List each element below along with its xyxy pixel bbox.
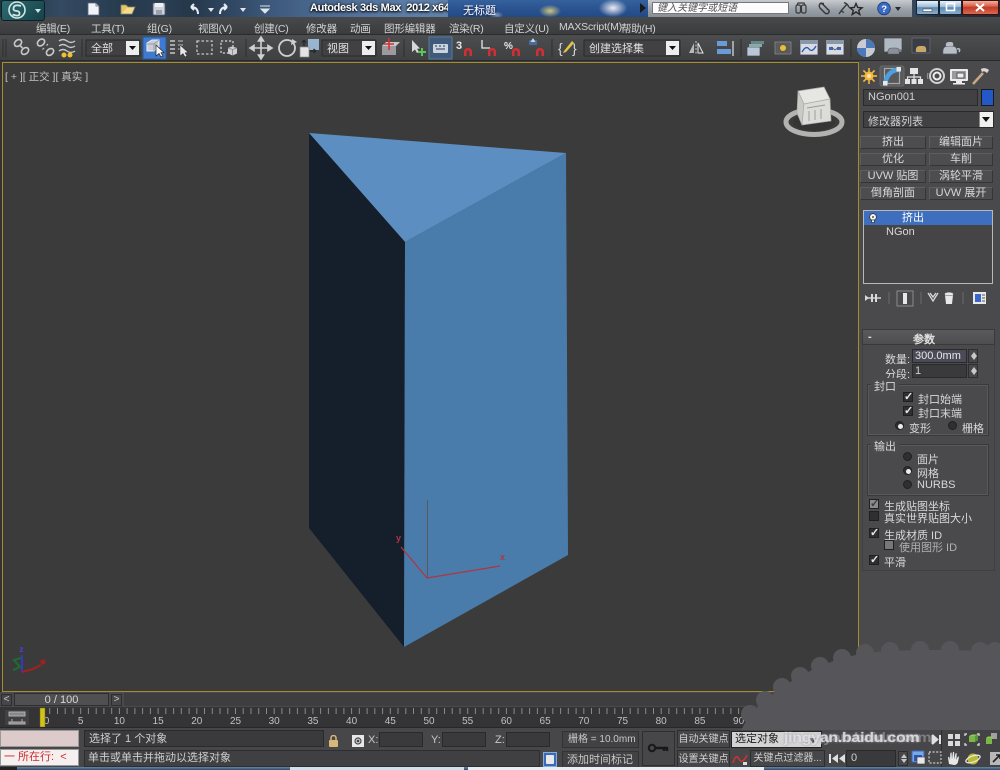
svg-text:30: 30 <box>269 716 281 727</box>
svg-text:创建选择集: 创建选择集 <box>589 41 644 55</box>
svg-text:{: { <box>558 40 563 56</box>
svg-text:5: 5 <box>78 716 84 727</box>
svg-text:10: 10 <box>114 716 126 727</box>
svg-text:y: y <box>396 533 401 543</box>
svg-text:20: 20 <box>191 716 203 727</box>
svg-text:35: 35 <box>307 716 319 727</box>
svg-text:60: 60 <box>501 716 513 727</box>
svg-text:z: z <box>20 645 24 654</box>
svg-text:55: 55 <box>462 716 474 727</box>
svg-text:x: x <box>500 552 505 562</box>
svg-text:90: 90 <box>733 716 745 727</box>
svg-text:3: 3 <box>456 40 462 52</box>
svg-text:80: 80 <box>656 716 668 727</box>
svg-text:65: 65 <box>540 716 552 727</box>
svg-text:全部: 全部 <box>91 41 113 55</box>
svg-text:70: 70 <box>578 716 590 727</box>
svg-text:15: 15 <box>153 716 165 727</box>
svg-text:40: 40 <box>346 716 358 727</box>
svg-text:45: 45 <box>385 716 397 727</box>
svg-text:85: 85 <box>694 716 706 727</box>
svg-text:50: 50 <box>423 716 435 727</box>
svg-text:25: 25 <box>230 716 242 727</box>
svg-text:%: % <box>504 41 513 52</box>
svg-text:?: ? <box>881 4 887 15</box>
svg-text:视图: 视图 <box>327 41 349 55</box>
svg-text:75: 75 <box>617 716 629 727</box>
